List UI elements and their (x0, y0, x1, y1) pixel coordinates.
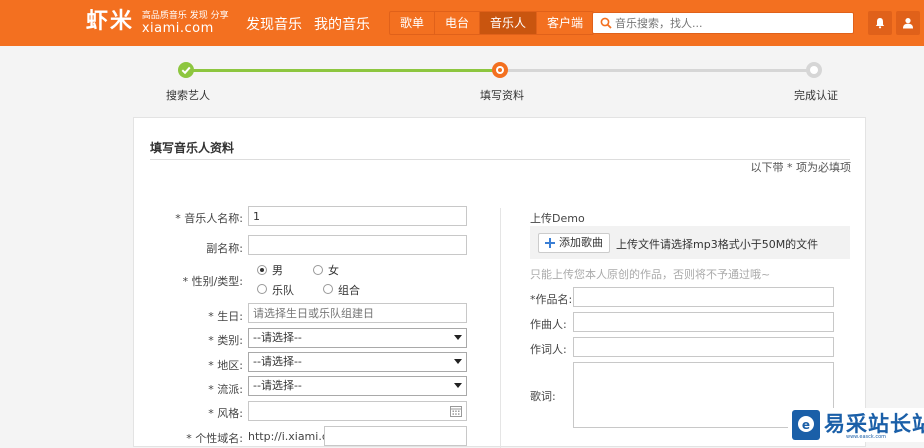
region-label: * 地区: (208, 359, 243, 372)
lyrics-label: 歌词: (530, 390, 556, 403)
step-current-dot (492, 62, 508, 78)
nav-my-music[interactable]: 我的音乐 (314, 14, 370, 34)
birthday-input[interactable] (248, 303, 467, 323)
radio-male-label: 男 (272, 264, 283, 277)
svg-text:e: e (802, 418, 810, 432)
todo-dot-inner (810, 66, 818, 74)
tab-radio[interactable]: 电台 (435, 12, 481, 34)
domain-input[interactable] (324, 426, 467, 446)
upload-title: 上传Demo (530, 212, 585, 225)
alias-label: 副名称: (206, 242, 243, 255)
title-divider (150, 159, 850, 160)
add-song-label: 添加歌曲 (559, 236, 603, 249)
radio-band-label: 乐队 (272, 284, 294, 297)
progress-line-todo (500, 69, 814, 72)
top-navbar: 虾米 高品质音乐 发现 分享 xiami.com 发现音乐 我的音乐 歌单 电台… (0, 0, 924, 46)
domain-label: * 个性域名: (186, 432, 243, 445)
column-separator (500, 208, 501, 448)
form-title: 填写音乐人资料 (150, 141, 235, 155)
upload-box: 添加歌曲 上传文件请选择mp3格式小于50M的文件 (530, 226, 850, 259)
style-input[interactable] (248, 401, 467, 421)
search-icon[interactable] (600, 17, 612, 29)
step-done-dot (178, 62, 194, 78)
radio-female-label: 女 (328, 264, 339, 277)
category-select[interactable]: --请选择-- (248, 328, 467, 348)
region-select[interactable]: --请选择-- (248, 352, 467, 372)
composer-label: 作曲人: (530, 318, 567, 331)
check-icon (181, 66, 191, 75)
dropdown-arrow-icon (454, 335, 462, 340)
radio-group-label: 组合 (338, 284, 360, 297)
user-menu-button[interactable] (896, 11, 920, 35)
logo-main-text: 虾米 (86, 9, 135, 34)
composer-input[interactable] (573, 312, 834, 332)
radio-female[interactable] (313, 265, 323, 275)
type-label: * 性别/类型: (182, 275, 243, 288)
dropdown-arrow-icon (454, 383, 462, 388)
step-label-search: 搜索艺人 (166, 89, 210, 102)
nav-tab-group: 歌单 电台 音乐人 客户端 (389, 11, 595, 35)
alias-input[interactable] (248, 235, 467, 255)
radio-band[interactable] (257, 284, 267, 294)
original-work-note: 只能上传您本人原创的作品，否则将不予通过哦~ (530, 268, 771, 281)
bell-icon (875, 18, 885, 29)
logo-domain: xiami.com (141, 21, 214, 36)
name-label: * 音乐人名称: (175, 212, 243, 225)
work-name-input[interactable] (573, 287, 834, 307)
progress-line-done (186, 69, 500, 72)
genre-label: * 流派: (208, 383, 243, 396)
step-label-complete: 完成认证 (794, 89, 838, 102)
category-label: * 类别: (208, 334, 243, 347)
watermark-sub: www.easck.com (846, 434, 887, 440)
user-icon (903, 18, 913, 29)
step-todo-dot (806, 62, 822, 78)
work-name-label: *作品名: (530, 293, 573, 306)
current-dot-core (498, 68, 502, 72)
watermark-emblem-icon: e (798, 416, 814, 432)
tab-playlist[interactable]: 歌单 (390, 12, 436, 34)
birthday-label: * 生日: (208, 310, 243, 323)
add-song-button[interactable]: 添加歌曲 (538, 233, 610, 253)
genre-select[interactable]: --请选择-- (248, 376, 467, 396)
nav-discover-music[interactable]: 发现音乐 (246, 14, 302, 34)
plus-icon (545, 238, 555, 248)
musician-form-card: 填写音乐人资料 以下带 * 项为必填项 * 音乐人名称: 副名称: * 性别/类… (133, 117, 866, 448)
logo-sub: 高品质音乐 发现 分享 xiami.com (142, 11, 229, 36)
tab-client[interactable]: 客户端 (537, 12, 593, 34)
category-select-value: --请选择-- (253, 331, 302, 344)
step-label-fill: 填写资料 (480, 89, 524, 102)
upload-hint: 上传文件请选择mp3格式小于50M的文件 (616, 238, 819, 251)
region-select-value: --请选择-- (253, 355, 302, 368)
dropdown-arrow-icon (454, 359, 462, 364)
radio-male[interactable] (257, 265, 267, 275)
notification-button[interactable] (868, 11, 892, 35)
lyricist-input[interactable] (573, 337, 834, 357)
xiami-logo[interactable]: 虾米 高品质音乐 发现 分享 xiami.com (86, 8, 229, 36)
genre-select-value: --请选择-- (253, 379, 302, 392)
required-note: 以下带 * 项为必填项 (750, 161, 852, 174)
lyricist-label: 作词人: (530, 343, 567, 356)
style-label: * 风格: (208, 407, 243, 420)
name-input[interactable] (248, 206, 467, 226)
search-input[interactable] (615, 14, 850, 32)
watermark-logo: e (792, 410, 820, 440)
radio-group[interactable] (323, 284, 333, 294)
search-box (592, 12, 854, 34)
calendar-icon[interactable] (450, 405, 462, 417)
watermark: e 易采站长站 www.easck.com (788, 408, 924, 442)
tab-musician[interactable]: 音乐人 (480, 12, 538, 34)
